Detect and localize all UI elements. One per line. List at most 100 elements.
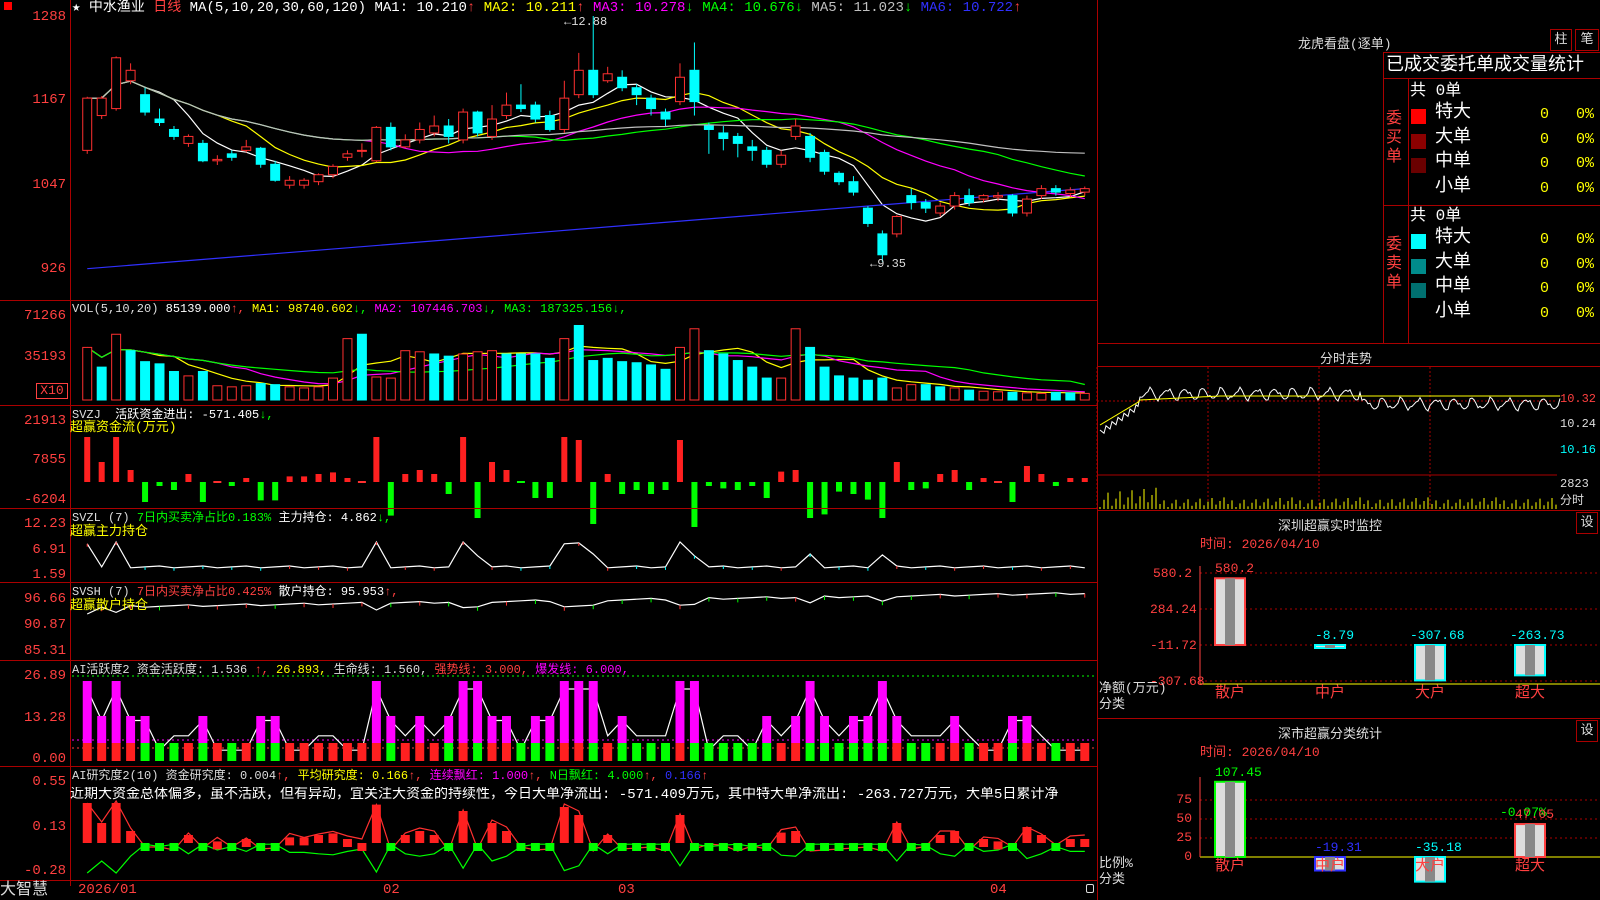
- axis-label: 75: [1176, 792, 1192, 807]
- intraday-mode-label[interactable]: 分时: [1560, 494, 1584, 508]
- ai2-bar: [588, 843, 598, 851]
- svzj-bar: [951, 470, 958, 482]
- svzj-bar: [1038, 474, 1045, 482]
- order-color-swatch: [1411, 307, 1426, 323]
- brand-logo[interactable]: 大智慧: [0, 881, 48, 899]
- volume-bar: [472, 351, 483, 401]
- svzj-bar: [908, 482, 915, 490]
- ai1-bar: [935, 743, 945, 761]
- ma120-line: [87, 188, 1085, 270]
- svzj-bar: [373, 437, 380, 482]
- svzj-bar: [922, 482, 929, 489]
- date-label: 04: [990, 882, 1007, 898]
- ai2-bar: [675, 815, 685, 843]
- svzj-bar: [257, 482, 264, 501]
- ai2-bar: [212, 841, 222, 850]
- sz-axis-title: 分类: [1099, 697, 1126, 712]
- axis-label: 13.28: [23, 710, 66, 726]
- ai1-bar: [545, 716, 555, 743]
- candle-body: [241, 146, 252, 151]
- bar-mode-button[interactable]: 柱: [1550, 29, 1572, 51]
- volume-bar: [834, 375, 844, 401]
- ai2-bar: [155, 843, 164, 851]
- volume-bar: [732, 360, 743, 401]
- sh-bar-shade: [1225, 781, 1235, 857]
- ai1-bar: [559, 743, 569, 761]
- ai1-bar: [617, 743, 627, 761]
- ai2-bar: [964, 843, 974, 851]
- red-square-icon[interactable]: [4, 2, 12, 10]
- candle-body: [111, 57, 122, 110]
- ai1-bar: [689, 743, 699, 761]
- ai2-bar: [444, 843, 454, 851]
- sh-time: 时间: 2026/04/10: [1200, 745, 1320, 760]
- candle-body: [472, 111, 483, 134]
- star-icon[interactable]: ★: [72, 0, 80, 16]
- order-pct: 0%: [1576, 179, 1595, 197]
- volume-bar: [790, 328, 801, 401]
- order-count: 0: [1540, 231, 1550, 248]
- candle-body: [429, 125, 440, 134]
- ma-value: MA3: 10.278: [584, 0, 686, 16]
- ai2-value: 连续飘红: 1.000: [429, 769, 529, 783]
- volume-bar: [646, 364, 657, 401]
- volume-bar: [140, 361, 151, 401]
- ai1-bar: [415, 716, 425, 743]
- ai1-bar: [212, 743, 222, 761]
- axis-label: 1288: [32, 9, 66, 25]
- ai1-bar: [574, 743, 584, 761]
- order-size-label: 大单: [1435, 127, 1471, 148]
- volume-bar: [689, 328, 700, 401]
- sz-settings-button[interactable]: 设: [1576, 512, 1598, 534]
- stock-name[interactable]: 中水渔业: [89, 0, 145, 16]
- ai2-bar: [921, 843, 931, 851]
- order-count: 0: [1540, 304, 1550, 322]
- date-label: 03: [618, 882, 635, 898]
- ai1-bar: [632, 743, 642, 761]
- svzj-bar: [850, 482, 857, 494]
- sh-axis-title: 分类: [1099, 872, 1126, 887]
- volume-bar: [1065, 392, 1076, 401]
- volume-bar: [241, 385, 252, 401]
- lock-icon[interactable]: [1086, 884, 1094, 893]
- ai2-bar: [733, 843, 743, 851]
- ai2-value: ↑,: [408, 769, 430, 783]
- ai2-bar: [502, 831, 511, 843]
- candle-body: [703, 125, 714, 130]
- pen-mode-button[interactable]: 笔: [1575, 29, 1599, 51]
- volume-unit-button[interactable]: X10: [36, 383, 68, 399]
- ai1-bar: [1008, 716, 1017, 743]
- volume-bar: [183, 375, 194, 401]
- sh-bar-shade: [1525, 824, 1535, 857]
- svzj-bar: [676, 440, 683, 482]
- ai1-bar: [689, 681, 699, 743]
- volume-bar: [255, 383, 266, 401]
- candle-body: [689, 69, 700, 103]
- sz-value-label: -307.68: [1410, 628, 1465, 643]
- period-label[interactable]: 日线: [153, 0, 181, 16]
- axis-label: 1.59: [32, 567, 66, 583]
- sh-settings-button[interactable]: 设: [1576, 720, 1598, 742]
- volume-bar: [935, 386, 946, 401]
- stock-terminal: { "header": { "icon": "red-square-icon",…: [0, 0, 1600, 900]
- panel-divider: [0, 660, 1097, 661]
- svzj-bar: [431, 474, 438, 482]
- volume-bar: [226, 386, 237, 401]
- ai2-bar: [400, 835, 410, 843]
- svzj-bar: [445, 482, 452, 494]
- ai2-bar: [328, 833, 338, 843]
- ai1-bar: [863, 716, 873, 743]
- order-size-label: 小单: [1435, 176, 1471, 197]
- order-stats-header[interactable]: 已成交委托单成交量统计: [1386, 56, 1584, 76]
- candle-body: [371, 126, 382, 162]
- ai2-green-line: [86, 843, 1085, 874]
- ai2-bar: [285, 837, 295, 846]
- ai1-bar: [487, 716, 497, 743]
- ai1-bar: [1022, 743, 1032, 761]
- volume-bar: [906, 384, 917, 401]
- candle-body: [414, 128, 425, 141]
- candle-body: [154, 118, 165, 124]
- candle-body: [342, 153, 353, 158]
- axis-label: 96.66: [23, 591, 66, 607]
- sz-bar-shade: [1425, 645, 1435, 681]
